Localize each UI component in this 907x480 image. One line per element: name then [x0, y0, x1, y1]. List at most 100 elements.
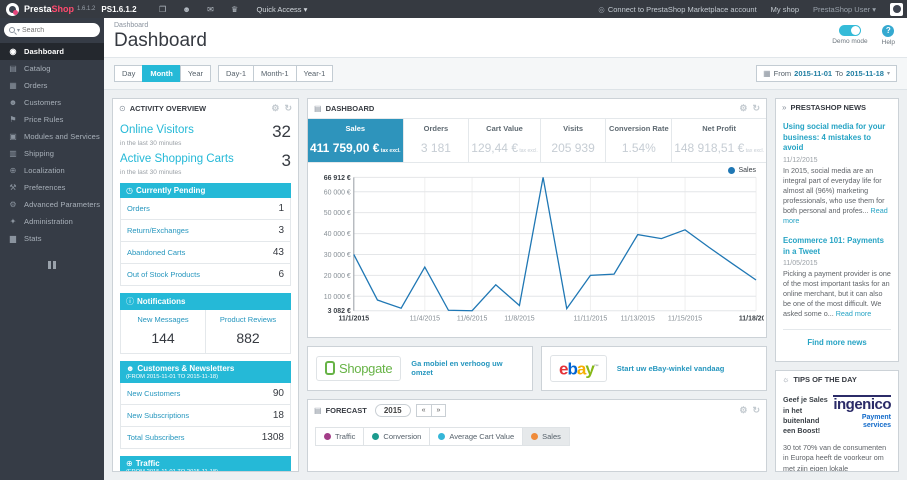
marketplace-link[interactable]: ◎ Connect to PrestaShop Marketplace accou…	[598, 5, 756, 14]
sidebar-item-shipping[interactable]: ▥ Shipping	[0, 145, 104, 162]
customers-row[interactable]: New Customers 90	[121, 383, 290, 405]
range-button-year[interactable]: Year	[179, 65, 211, 82]
kpi-tab-conversion-rate[interactable]: Conversion Rate 1.54%	[606, 119, 673, 162]
kpi-tab-sales[interactable]: Sales 411 759,00 € tax excl.	[308, 119, 404, 162]
preferences-icon: ⚒	[9, 183, 17, 192]
demo-mode-control: Demo mode	[832, 25, 868, 46]
forecast-prev-button[interactable]: «	[415, 403, 432, 417]
sales-legend-label: Sales	[738, 167, 756, 174]
cart-icon[interactable]: ❒	[151, 5, 175, 14]
my-shop-link[interactable]: My shop	[771, 5, 799, 14]
kpi-label: Conversion Rate	[609, 124, 669, 133]
sidebar-item-catalog[interactable]: ▤ Catalog	[0, 60, 104, 77]
sidebar-item-orders[interactable]: ▦ Orders	[0, 77, 104, 94]
breadcrumb[interactable]: Dashboard	[114, 22, 895, 29]
activity-refresh-icon[interactable]: ↻	[284, 103, 292, 114]
sidebar-item-administration[interactable]: ✦ Administration	[0, 213, 104, 230]
quick-access-menu[interactable]: Quick Access ▾	[257, 5, 308, 14]
ebay-logo-text: ebay™	[559, 360, 599, 378]
demo-mode-toggle[interactable]	[838, 25, 861, 36]
kpi-label: Cart Value	[486, 124, 523, 133]
news-article-title[interactable]: Using social media for your business: 4 …	[783, 122, 891, 154]
range-button-month[interactable]: Month	[142, 65, 181, 82]
read-more-link[interactable]: Read more	[836, 309, 872, 318]
date-range-button[interactable]: ▦ From 2015-11-01 To 2015-11-18 ▾	[756, 65, 897, 82]
sidebar-item-customers[interactable]: ☻ Customers	[0, 94, 104, 111]
pending-row[interactable]: Out of Stock Products 6	[121, 264, 290, 285]
sidebar-item-stats[interactable]: ▆ Stats	[0, 230, 104, 247]
customers-row[interactable]: New Subscriptions 18	[121, 405, 290, 427]
sidebar-item-preferences[interactable]: ⚒ Preferences	[0, 179, 104, 196]
sales-chart-svg: 66 912 € 60 000 € 50 000 € 40 000 € 30 000 €…	[324, 175, 764, 323]
trophy-icon[interactable]: ♛	[223, 5, 247, 14]
forecast-panel: ▤ FORECAST 2015 « » ⚙ ↻ Traffic Conversi…	[307, 398, 767, 472]
kpi-tab-visits[interactable]: Visits 205 939	[541, 119, 607, 162]
range-button-month-1[interactable]: Month-1	[253, 65, 297, 82]
sidebar-item-price-rules[interactable]: ⚑ Price Rules	[0, 111, 104, 128]
sidebar-item-localization[interactable]: ⊕ Localization	[0, 162, 104, 179]
news-article-title[interactable]: Ecommerce 101: Payments in a Tweet	[783, 236, 891, 257]
pending-row[interactable]: Abandoned Carts 43	[121, 242, 290, 264]
active-carts-link[interactable]: Active Shopping Carts	[120, 153, 282, 165]
online-visitors-link[interactable]: Online Visitors	[120, 124, 272, 136]
kpi-tab-orders[interactable]: Orders 3 181	[404, 119, 470, 162]
forecast-legend-conversion[interactable]: Conversion	[363, 426, 431, 446]
forecast-legend-sales[interactable]: Sales	[522, 426, 570, 446]
customers-row[interactable]: Total Subscribers 1308	[121, 427, 290, 448]
messages-icon[interactable]: ✉	[199, 5, 223, 14]
chart-legend[interactable]: Sales	[728, 167, 756, 174]
search-input[interactable]	[22, 26, 95, 34]
brand-shop: Shop	[51, 4, 75, 14]
from-label: From	[773, 69, 792, 78]
svg-text:11/4/2015: 11/4/2015	[410, 316, 441, 323]
help-icon[interactable]: ?	[882, 25, 895, 37]
dashboard-settings-icon[interactable]: ⚙	[739, 103, 747, 114]
collapse-menu-button[interactable]	[48, 261, 56, 269]
online-visitors-value: 32	[272, 122, 291, 141]
sidebar-item-advanced-parameters[interactable]: ⚙ Advanced Parameters	[0, 196, 104, 213]
find-more-news-link[interactable]: Find more news	[783, 338, 891, 355]
notification-cell-new-messages[interactable]: New Messages 144	[121, 310, 205, 353]
forecast-settings-icon[interactable]: ⚙	[739, 405, 747, 416]
customers-label: New Subscriptions	[127, 411, 190, 420]
shopgate-phone-icon	[325, 361, 335, 376]
sidebar-item-modules-and-services[interactable]: ▣ Modules and Services	[0, 128, 104, 145]
customers-quick-icon[interactable]: ☻	[175, 5, 199, 14]
shopgate-logo[interactable]: Shopgate	[316, 355, 402, 381]
sidebar-item-label: Localization	[24, 166, 65, 175]
range-button-day[interactable]: Day	[114, 65, 144, 82]
search-scope-caret-icon[interactable]: ▾	[17, 27, 20, 34]
kpi-tab-net-profit[interactable]: Net Profit 148 918,51 € tax excl.	[672, 119, 766, 162]
range-button-day-1[interactable]: Day-1	[218, 65, 255, 82]
kpi-value: 411 759,00 € tax excl.	[310, 141, 401, 155]
forecast-legend-average-cart-value[interactable]: Average Cart Value	[429, 426, 524, 446]
ebay-logo[interactable]: ebay™	[550, 355, 607, 382]
dashboard-refresh-icon[interactable]: ↻	[752, 103, 760, 114]
svg-text:11/13/2015: 11/13/2015	[621, 316, 655, 323]
forecast-next-button[interactable]: »	[430, 403, 447, 417]
sidebar-item-label: Advanced Parameters	[24, 200, 101, 209]
shopgate-link[interactable]: Ga mobiel en verhoog uw omzet	[411, 359, 524, 377]
kpi-tab-cart-value[interactable]: Cart Value 129,44 € tax excl.	[469, 119, 541, 162]
pending-row[interactable]: Return/Exchanges 3	[121, 220, 290, 242]
user-avatar[interactable]	[890, 2, 903, 16]
ebay-link[interactable]: Start uw eBay-winkel vandaag	[617, 364, 725, 373]
pending-row[interactable]: Orders 1	[121, 198, 290, 220]
forecast-legend-traffic[interactable]: Traffic	[315, 426, 365, 446]
user-menu[interactable]: PrestaShop User ▾	[813, 5, 876, 14]
pending-value: 6	[278, 269, 284, 280]
sidebar-search[interactable]: ▾	[4, 23, 100, 37]
range-button-year-1[interactable]: Year-1	[295, 65, 334, 82]
catalog-icon: ▤	[9, 64, 17, 73]
stats-icon: ▆	[9, 234, 17, 243]
svg-text:11/18/2015: 11/18/2015	[739, 316, 764, 323]
news-article: Ecommerce 101: Payments in a Tweet 11/05/…	[783, 236, 891, 319]
date-range-toolbar: Day Month Year Day-1 Month-1 Year-1 ▦ From 20…	[104, 57, 907, 90]
forecast-refresh-icon[interactable]: ↻	[752, 405, 760, 416]
svg-text:60 000 €: 60 000 €	[324, 189, 351, 196]
activity-settings-icon[interactable]: ⚙	[271, 103, 279, 114]
notification-cell-product-reviews[interactable]: Product Reviews 882	[205, 310, 290, 353]
sidebar-item-dashboard[interactable]: ◉ Dashboard	[0, 43, 104, 60]
shop-name-link[interactable]: PS1.6.1.2	[101, 5, 136, 14]
read-more-link[interactable]: Read more	[783, 206, 888, 225]
